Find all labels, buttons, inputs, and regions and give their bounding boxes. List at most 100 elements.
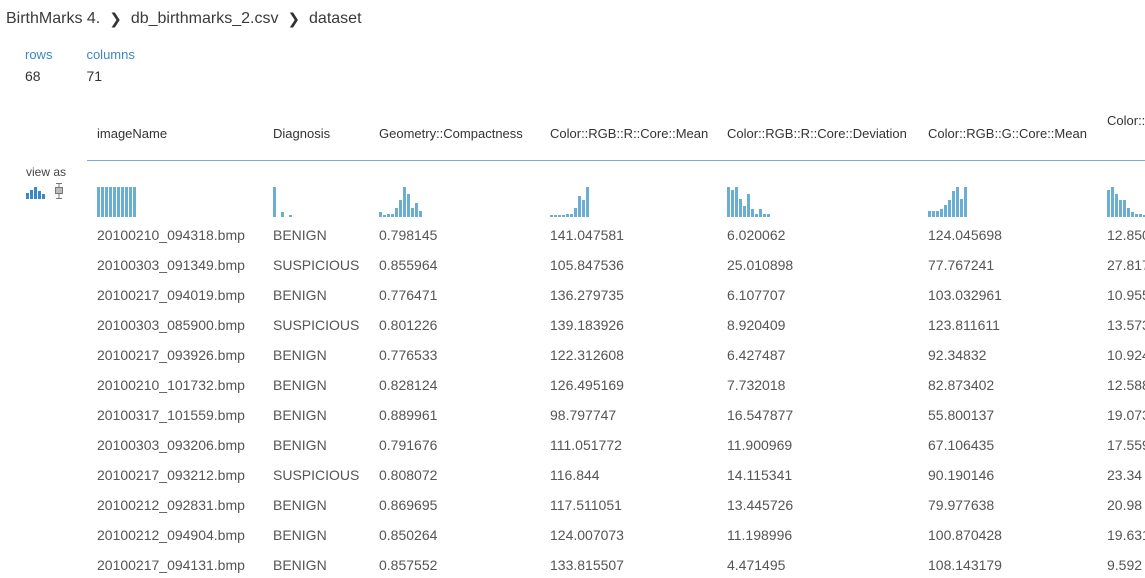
table-cell: BENIGN: [273, 497, 327, 513]
column-histogram[interactable]: [918, 161, 1097, 221]
table-row[interactable]: 20100217_094019.bmp BENIGN 0.776471 136.279…: [87, 280, 1145, 310]
breadcrumb: BirthMarks 4. ❯ db_birthmarks_2.csv ❯ da…: [6, 7, 362, 31]
table-cell: 123.811611: [928, 317, 1000, 333]
histogram-bar: [277, 216, 280, 217]
table-cell: 25.010898: [727, 257, 794, 273]
histogram-bar: [411, 208, 414, 217]
table-row[interactable]: 20100303_085900.bmp SUSPICIOUS 0.801226 139…: [87, 310, 1145, 340]
column-histogram[interactable]: [1097, 161, 1145, 221]
table-cell: 20100210_101732.bmp: [97, 377, 245, 393]
table-cell: 105.847536: [550, 257, 624, 273]
chevron-right-icon: ❯: [109, 11, 122, 28]
histogram-bar: [121, 187, 124, 217]
rows-stat: rows 68: [25, 47, 52, 84]
histogram-bar: [948, 200, 951, 217]
view-as-label: view as: [26, 165, 67, 179]
table-cell: 0.776471: [379, 287, 438, 303]
column-header[interactable]: Diagnosis: [263, 106, 369, 161]
data-table-viewport[interactable]: imageName Diagnosis Geometry::Compactnes…: [87, 106, 1145, 578]
column-header[interactable]: Geometry::Compactness: [369, 106, 540, 161]
histogram-bar: [383, 215, 386, 217]
dataset-stats: rows 68 columns 71: [25, 47, 135, 84]
table-cell: 0.828124: [379, 377, 438, 393]
table-cell: 0.869695: [379, 497, 438, 513]
table-cell: 20100303_093206.bmp: [97, 437, 245, 453]
table-row[interactable]: 20100317_101559.bmp BENIGN 0.889961 98.7977…: [87, 400, 1145, 430]
table-cell: 111.051772: [550, 437, 622, 453]
table-row[interactable]: 20100303_093206.bmp BENIGN 0.791676 111.051…: [87, 430, 1145, 460]
table-cell: 13.445726: [727, 497, 794, 513]
table-row[interactable]: 20100217_093926.bmp BENIGN 0.776533 122.312…: [87, 340, 1145, 370]
table-cell: BENIGN: [273, 407, 327, 423]
table-cell: 139.183926: [550, 317, 624, 333]
column-histogram[interactable]: [87, 161, 263, 221]
table-row[interactable]: 20100217_093212.bmp SUSPICIOUS 0.808072 116…: [87, 460, 1145, 490]
histogram-bar: [1115, 194, 1118, 217]
histogram-bar: [767, 214, 770, 217]
histogram-row: [87, 161, 1145, 221]
table-row[interactable]: 20100210_101732.bmp BENIGN 0.828124 126.495…: [87, 370, 1145, 400]
table-cell: 0.798145: [379, 227, 438, 243]
column-histogram[interactable]: [540, 161, 717, 221]
table-row[interactable]: 20100212_092831.bmp BENIGN 0.869695 117.511…: [87, 490, 1145, 520]
table-row[interactable]: 20100303_091349.bmp SUSPICIOUS 0.855964 105…: [87, 250, 1145, 280]
column-histogram[interactable]: [263, 161, 369, 221]
table-cell: 20100303_085900.bmp: [97, 317, 245, 333]
column-header[interactable]: Color::RGB::G::Core::Deviation: [1097, 106, 1145, 161]
histogram-bar: [558, 215, 561, 217]
table-row[interactable]: 20100217_094131.bmp BENIGN 0.857552 133.815…: [87, 550, 1145, 578]
table-cell: BENIGN: [273, 287, 327, 303]
table-cell: 12.850: [1107, 227, 1145, 243]
table-cell: 124.007073: [550, 527, 624, 543]
column-header[interactable]: Color::RGB::R::Core::Mean: [540, 106, 717, 161]
column-histogram[interactable]: [369, 161, 540, 221]
table-cell: 136.279735: [550, 287, 624, 303]
histogram-bar: [105, 187, 108, 217]
histogram-bar: [387, 214, 390, 217]
histogram-bar: [940, 209, 943, 217]
columns-label: columns: [86, 47, 135, 62]
column-header[interactable]: Color::RGB::R::Core::Deviation: [717, 106, 918, 161]
table-cell: 19.073: [1107, 407, 1145, 423]
column-histogram[interactable]: [717, 161, 918, 221]
boxplot-icon[interactable]: [54, 183, 64, 199]
table-cell: 9.592: [1107, 557, 1143, 573]
table-cell: 100.870428: [928, 527, 1002, 543]
table-cell: 79.977638: [928, 497, 995, 513]
histogram-bar: [117, 187, 120, 217]
histogram-bar: [1123, 200, 1126, 217]
histogram-bar: [960, 199, 963, 217]
table-cell: BENIGN: [273, 527, 327, 543]
column-header[interactable]: Color::RGB::G::Core::Mean: [918, 106, 1097, 161]
table-cell: 124.045698: [928, 227, 1002, 243]
table-row[interactable]: 20100212_094904.bmp BENIGN 0.850264 124.007…: [87, 520, 1145, 550]
histogram-bar: [570, 214, 573, 217]
histogram-bar: [562, 215, 565, 217]
histogram-bar: [586, 187, 589, 217]
table-cell: 108.143179: [928, 557, 1002, 573]
histogram-bar: [285, 216, 288, 217]
table-cell: BENIGN: [273, 557, 327, 573]
table-cell: 20100210_094318.bmp: [97, 227, 245, 243]
table-row[interactable]: 20100210_094318.bmp BENIGN 0.798145 141.047…: [87, 220, 1145, 250]
breadcrumb-item-project[interactable]: BirthMarks 4.: [6, 10, 100, 28]
histogram-bar: [281, 212, 284, 217]
table-cell: BENIGN: [273, 227, 327, 243]
table-cell: 116.844: [550, 467, 600, 483]
histogram-bar: [932, 211, 935, 217]
table-cell: 20100212_094904.bmp: [97, 527, 245, 543]
table-cell: 6.107707: [727, 287, 786, 303]
table-cell: SUSPICIOUS: [273, 257, 360, 273]
histogram-bar: [415, 203, 418, 217]
table-cell: 98.797747: [550, 407, 617, 423]
breadcrumb-item-file[interactable]: db_birthmarks_2.csv: [131, 10, 279, 28]
table-cell: 82.873402: [928, 377, 995, 393]
table-cell: 17.559: [1107, 437, 1145, 453]
breadcrumb-item-dataset: dataset: [309, 10, 362, 27]
histogram-bar: [97, 187, 100, 217]
column-header[interactable]: imageName: [87, 106, 263, 161]
histogram-bar: [936, 211, 939, 217]
histogram-bar: [1111, 187, 1114, 217]
table-cell: 20100303_091349.bmp: [97, 257, 245, 273]
histogram-icon[interactable]: [26, 185, 46, 199]
